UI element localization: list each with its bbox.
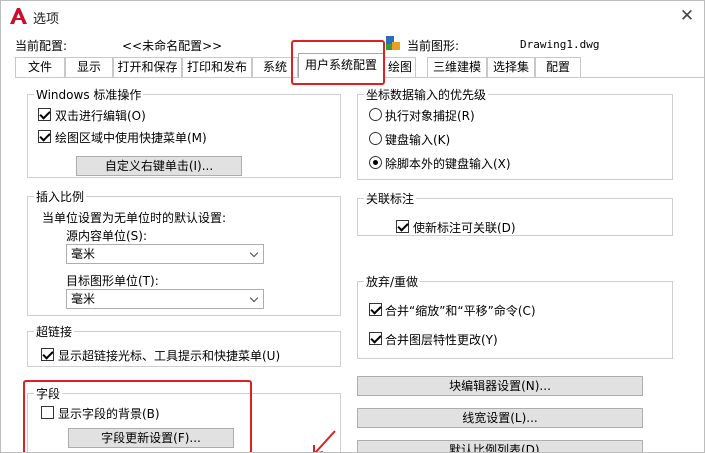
options-dialog: 选项 ✕ 当前配置: <<未命名配置>> 当前图形: Drawing1.dwg … <box>0 0 705 453</box>
radio-keyboard-except-scripts[interactable] <box>369 156 382 169</box>
window-title: 选项 <box>33 12 60 27</box>
combine-zoom-pan-checkbox[interactable] <box>369 303 382 316</box>
source-units-value: 毫米 <box>71 247 96 261</box>
target-units-select[interactable]: 毫米 <box>66 289 264 309</box>
source-units-label: 源内容单位(S): <box>66 229 148 243</box>
block-editor-settings-button[interactable]: 块编辑器设置(N)... <box>357 376 643 396</box>
fields-group: 字段 显示字段的背景(B) 字段更新设置(F)... <box>27 385 341 452</box>
shortcut-menu-label: 绘图区域中使用快捷菜单(M) <box>55 131 207 145</box>
double-click-edit-label: 双击进行编辑(O) <box>55 109 146 123</box>
combine-layer-checkbox[interactable] <box>369 332 382 345</box>
windows-ops-group: Windows 标准操作 双击进行编辑(O) 绘图区域中使用快捷菜单(M) 自定… <box>27 86 341 178</box>
tab-open-save[interactable]: 打开和保存 <box>113 57 182 77</box>
tab-display[interactable]: 显示 <box>65 57 113 77</box>
autocad-logo-icon <box>10 8 27 24</box>
field-background-checkbox[interactable] <box>41 406 54 419</box>
hyperlink-cursor-label: 显示超链接光标、工具提示和快捷菜单(U) <box>58 349 281 363</box>
target-units-label: 目标图形单位(T): <box>66 274 159 288</box>
tab-system[interactable]: 系统 <box>252 57 298 77</box>
default-scale-list-button[interactable]: 默认比例列表(D)... <box>357 440 643 452</box>
insert-scale-group: 插入比例 当单位设置为无单位时的默认设置: 源内容单位(S): 毫米 目标图形单… <box>27 188 341 316</box>
radio-object-snap-label: 执行对象捕捉(R) <box>385 109 475 123</box>
current-profile-value: <<未命名配置>> <box>122 39 223 53</box>
shortcut-menu-checkbox[interactable] <box>38 130 51 143</box>
current-profile-label: 当前配置: <box>15 39 68 53</box>
radio-keyboard-entry-label: 键盘输入(K) <box>385 133 451 147</box>
assoc-dim-title: 关联标注 <box>364 190 417 207</box>
radio-object-snap[interactable] <box>369 108 382 121</box>
coord-priority-group: 坐标数据输入的优先级 执行对象捕捉(R) 键盘输入(K) 除脚本外的键盘输入(X… <box>357 86 673 180</box>
coord-priority-title: 坐标数据输入的优先级 <box>364 86 489 103</box>
tab-files[interactable]: 文件 <box>15 57 65 77</box>
windows-ops-title: Windows 标准操作 <box>34 86 144 103</box>
hyperlink-cursor-checkbox[interactable] <box>41 348 54 361</box>
tab-plot-publish[interactable]: 打印和发布 <box>182 57 252 77</box>
combine-zoom-pan-label: 合并“缩放”和“平移”命令(C) <box>385 304 536 318</box>
assoc-dim-checkbox[interactable] <box>396 220 409 233</box>
tab-bar: 文件 显示 打开和保存 打印和发布 系统 用户系统配置 绘图 三维建模 选择集 … <box>15 53 704 78</box>
current-drawing-value: Drawing1.dwg <box>520 38 600 51</box>
fields-title: 字段 <box>34 385 63 402</box>
red-arrow-icon <box>313 430 336 452</box>
undo-redo-title: 放弃/重做 <box>364 273 421 290</box>
title-bar: 选项 ✕ <box>1 1 704 33</box>
hyperlink-group: 超链接 显示超链接光标、工具提示和快捷菜单(U) <box>27 323 341 367</box>
chevron-down-icon <box>249 293 259 303</box>
field-background-label: 显示字段的背景(B) <box>58 407 160 421</box>
tab-user-preferences[interactable]: 用户系统配置 <box>298 53 384 78</box>
insert-scale-desc: 当单位设置为无单位时的默认设置: <box>42 211 227 225</box>
hyperlink-title: 超链接 <box>34 323 75 340</box>
radio-keyboard-except-scripts-label: 除脚本外的键盘输入(X) <box>385 157 511 171</box>
lineweight-settings-button[interactable]: 线宽设置(L)... <box>357 408 643 428</box>
chevron-down-icon <box>249 248 259 258</box>
assoc-dim-group: 关联标注 使新标注可关联(D) <box>357 190 673 236</box>
profile-row: 当前配置: <<未命名配置>> 当前图形: Drawing1.dwg <box>1 36 704 53</box>
tab-profiles[interactable]: 配置 <box>535 57 581 77</box>
double-click-edit-checkbox[interactable] <box>38 108 51 121</box>
current-drawing-label: 当前图形: <box>407 39 460 53</box>
source-units-select[interactable]: 毫米 <box>66 244 264 264</box>
tab-3d-modeling[interactable]: 三维建模 <box>427 57 487 77</box>
close-icon[interactable]: ✕ <box>676 5 698 27</box>
field-update-settings-button[interactable]: 字段更新设置(F)... <box>68 428 234 448</box>
tab-drafting[interactable]: 绘图 <box>384 57 416 77</box>
target-units-value: 毫米 <box>71 292 96 306</box>
assoc-dim-label: 使新标注可关联(D) <box>413 221 516 235</box>
tab-selection[interactable]: 选择集 <box>487 57 535 77</box>
undo-redo-group: 放弃/重做 合并“缩放”和“平移”命令(C) 合并图层特性更改(Y) <box>357 273 673 359</box>
tab-content: Windows 标准操作 双击进行编辑(O) 绘图区域中使用快捷菜单(M) 自定… <box>15 77 704 452</box>
customize-right-click-button[interactable]: 自定义右键单击(I)... <box>76 156 242 176</box>
insert-scale-title: 插入比例 <box>34 188 87 205</box>
drawing-icon <box>386 36 400 50</box>
combine-layer-label: 合并图层特性更改(Y) <box>385 333 498 347</box>
radio-keyboard-entry[interactable] <box>369 132 382 145</box>
